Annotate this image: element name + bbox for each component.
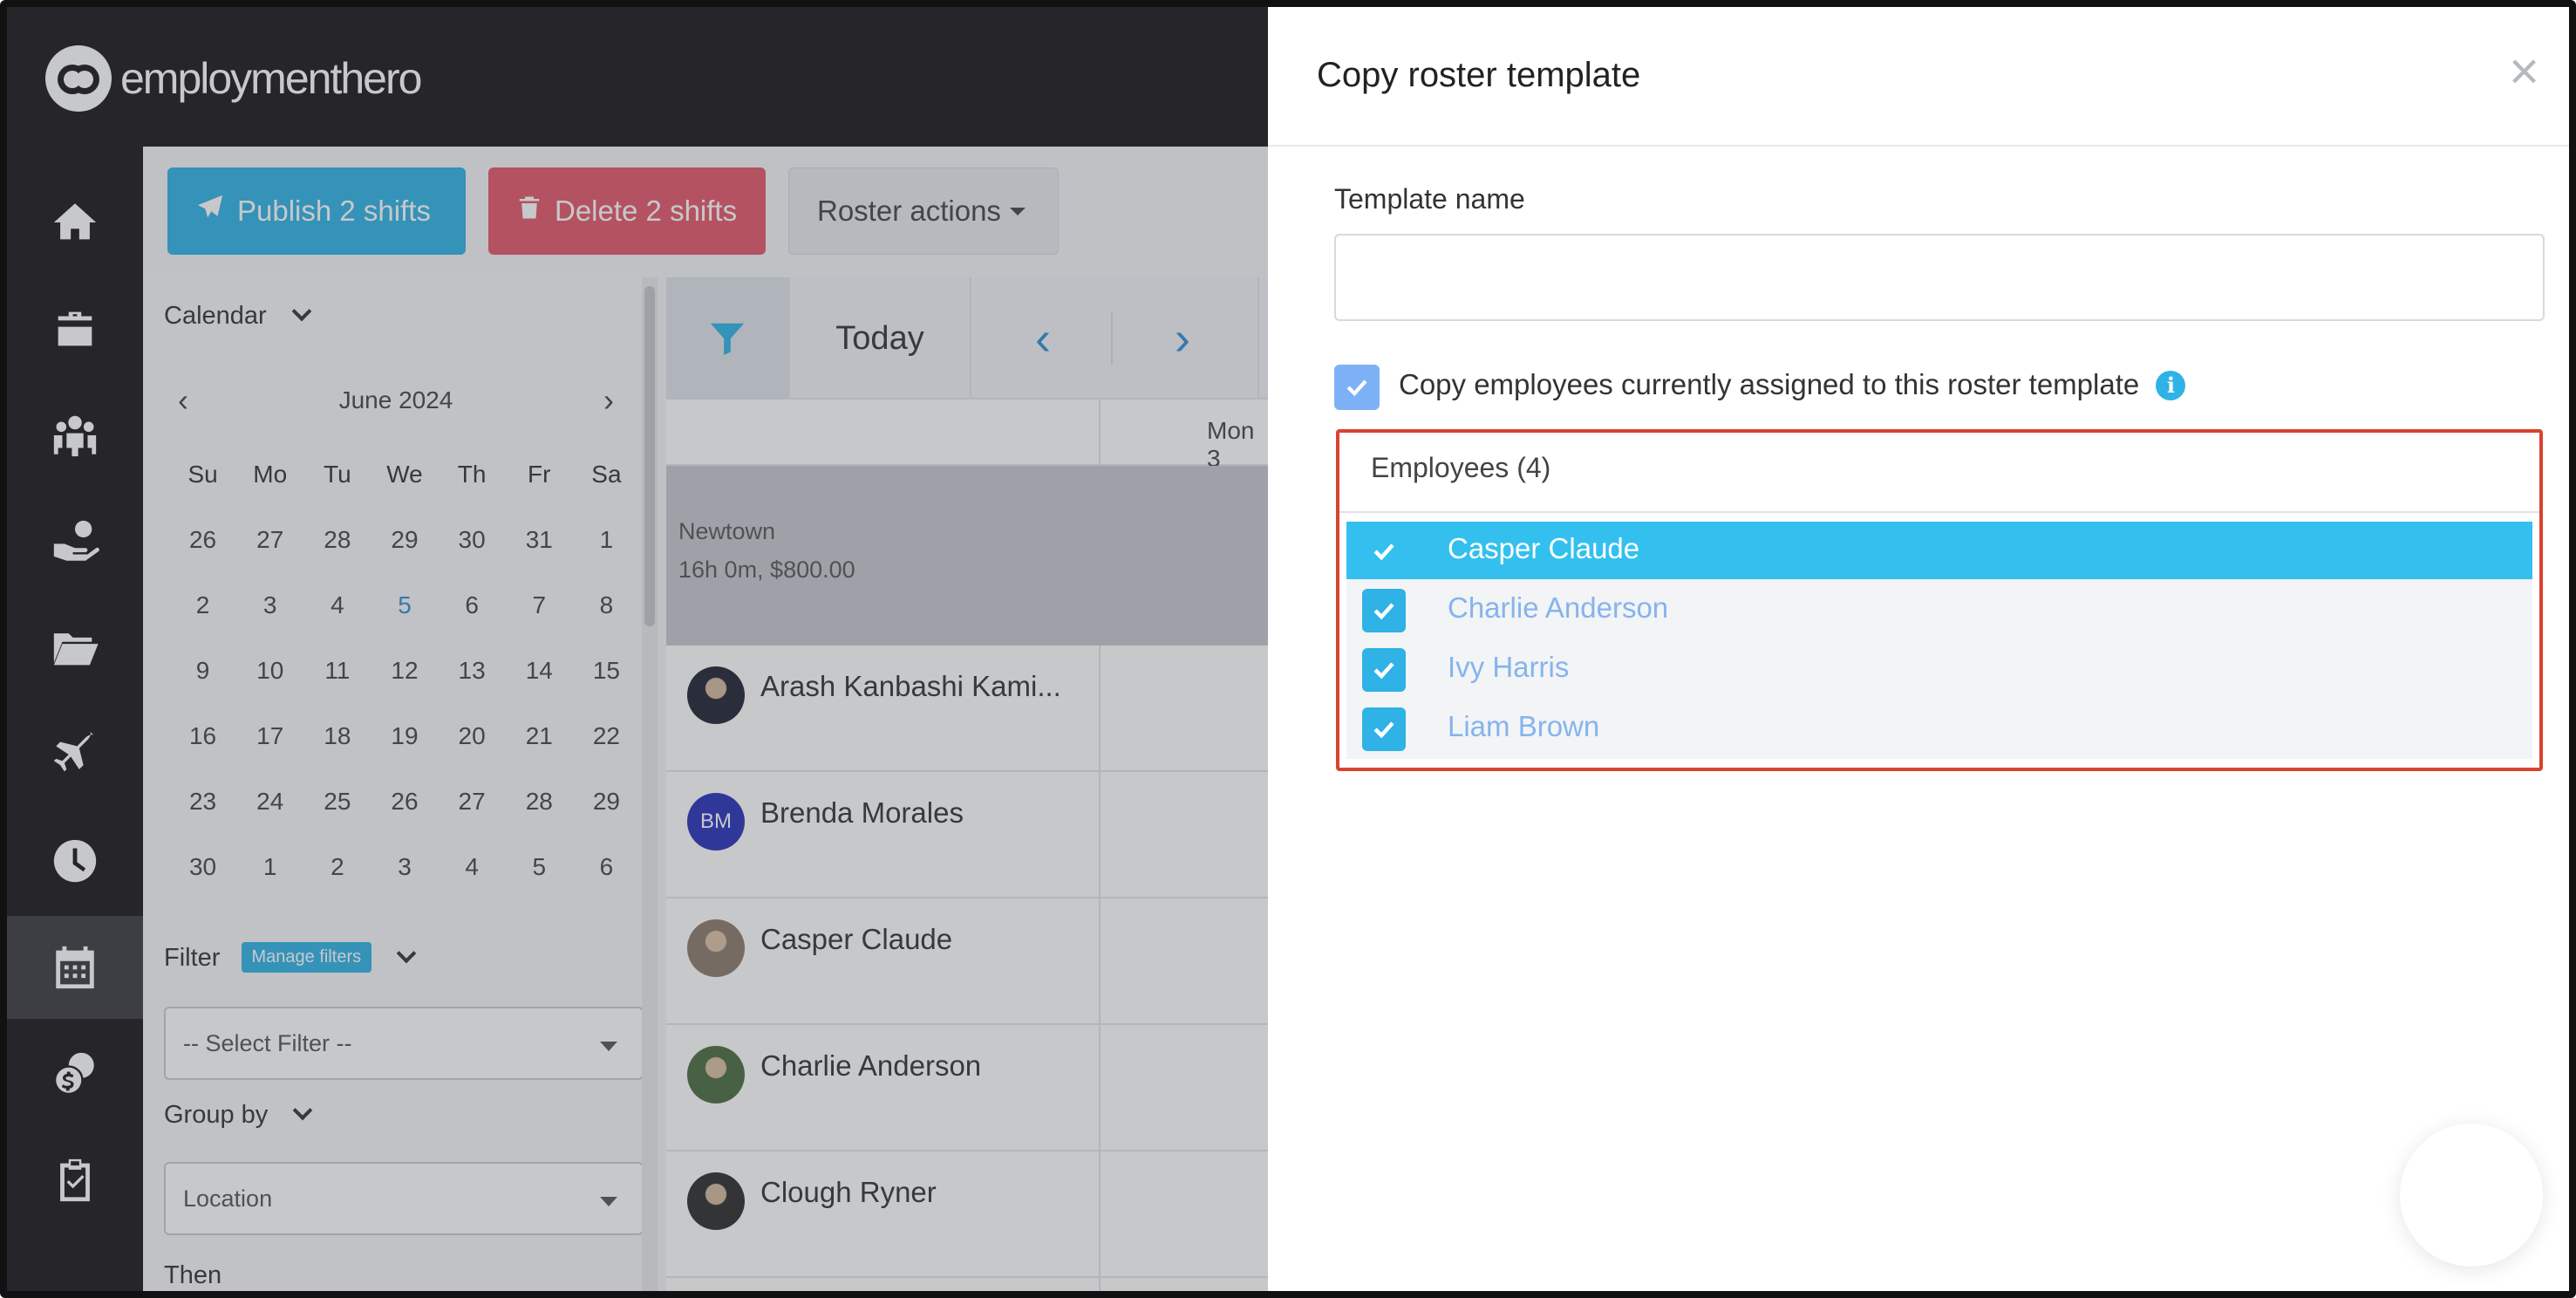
copy-employees-checkbox[interactable] (1334, 365, 1380, 410)
check-icon (1346, 379, 1367, 397)
check-icon (1373, 721, 1394, 739)
copy-roster-template-modal: Copy roster template × Template name Cop… (1268, 7, 2569, 1291)
employee-checkbox[interactable] (1362, 589, 1406, 632)
check-icon (1373, 543, 1394, 561)
employee-option[interactable]: Ivy Harris (1346, 640, 2532, 698)
employees-select[interactable]: Employees (4) Casper Claude Charlie Ander… (1336, 429, 2543, 771)
employees-dropdown-list: Casper Claude Charlie Anderson Ivy Harris L… (1346, 522, 2532, 759)
employee-option-label: Charlie Anderson (1448, 591, 1669, 624)
grid-hscrollbar[interactable] (666, 1293, 1268, 1298)
employee-checkbox[interactable] (1362, 529, 1406, 573)
chat-launcher-button[interactable] (2400, 1124, 2543, 1267)
template-name-input[interactable] (1334, 234, 2545, 321)
modal-header: Copy roster template × (1268, 7, 2569, 147)
employee-option[interactable]: Liam Brown (1346, 700, 2532, 757)
employees-count-label: Employees (4) (1371, 452, 1551, 483)
employees-select-header[interactable]: Employees (4) (1339, 433, 2539, 513)
employee-option[interactable]: Casper Claude (1346, 522, 2532, 579)
info-icon[interactable]: i (2156, 370, 2186, 400)
close-icon[interactable]: × (2509, 45, 2539, 98)
modal-backdrop[interactable] (7, 7, 1268, 1291)
employee-checkbox[interactable] (1362, 707, 1406, 751)
app-window: employmenthero Publish 2 shifts Delete 2… (0, 0, 2576, 1298)
employee-option-label: Casper Claude (1448, 532, 1640, 564)
modal-title: Copy roster template (1317, 56, 1641, 94)
check-icon (1373, 603, 1394, 620)
employee-option-label: Ivy Harris (1448, 651, 1570, 683)
copy-employees-row: Copy employees currently assigned to thi… (1399, 368, 2186, 402)
employee-checkbox[interactable] (1362, 648, 1406, 692)
copy-employees-label[interactable]: Copy employees currently assigned to thi… (1399, 368, 2139, 400)
check-icon (1373, 662, 1394, 680)
sidebar-hscrollbar[interactable] (143, 1293, 645, 1298)
employee-option-label: Liam Brown (1448, 710, 1600, 742)
template-name-label: Template name (1334, 183, 1525, 215)
employee-option[interactable]: Charlie Anderson (1346, 581, 2532, 639)
